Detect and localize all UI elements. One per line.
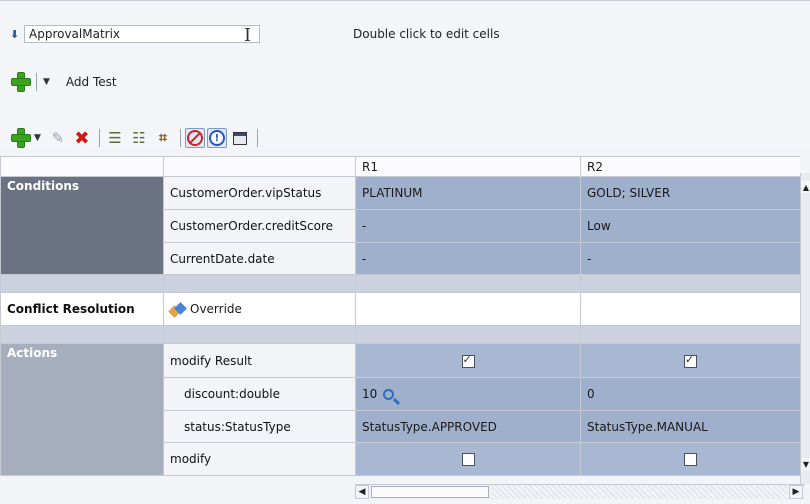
column-header-row: R1 R2 [0,156,800,177]
corner-header [0,156,164,177]
conflict-resolution-label: Conflict Resolution [0,292,164,326]
separator [98,129,100,147]
table-row: Conditions CustomerOrder.vipStatus PLATI… [0,176,800,275]
add-test-label[interactable]: Add Test [66,75,117,89]
cell-r1[interactable]: PLATINUM [355,176,581,210]
rule-header: ⬇ I Double click to edit cells ▼ Add Tes… [0,0,810,149]
cell-r1[interactable]: - [355,209,581,243]
add-plus-icon[interactable] [10,127,32,149]
checkbox-checked[interactable] [684,353,697,368]
scroll-down-icon[interactable]: ▼ [801,458,810,470]
condition-name[interactable]: CustomerOrder.vipStatus [163,176,356,210]
dropdown-arrow-icon[interactable]: ▼ [43,77,50,87]
dropdown-arrow-icon[interactable]: ▼ [34,133,41,143]
cell-r2[interactable]: - [580,242,800,275]
action-name[interactable]: modify [163,442,356,476]
add-plus-icon[interactable] [10,71,32,93]
warning-button[interactable]: ! [206,128,227,148]
checkbox-checked[interactable] [461,353,475,368]
magnifier-icon[interactable] [383,389,395,400]
scroll-left-icon[interactable]: ◀ [355,485,369,499]
separator [179,129,181,147]
conditions-section-label: Conditions [0,176,164,275]
cell-value: 10 [362,387,378,401]
override-icon [170,304,186,316]
action-param-name[interactable]: discount:double [163,377,356,411]
condition-name[interactable]: CurrentDate.date [163,242,356,275]
cell-r2[interactable] [580,442,800,476]
cell-r1[interactable] [355,343,581,378]
cell-r2[interactable]: Low [580,209,800,243]
condition-name[interactable]: CustomerOrder.creditScore [163,209,356,243]
cell-r2[interactable]: 0 [580,377,800,411]
name-header [163,156,356,177]
conflict-resolution-cell[interactable]: Override [163,292,356,326]
delete-x-icon[interactable]: ✖ [71,128,93,149]
text-cursor-icon: I [244,25,252,46]
table-row: Actions modify Result [0,343,800,476]
section-divider [0,274,800,293]
disable-button[interactable] [184,128,205,148]
scroll-track [491,485,787,499]
decision-table-name-input[interactable] [24,25,260,43]
section-divider [0,325,800,344]
disable-icon [186,130,203,146]
checkbox-unchecked[interactable] [684,453,697,466]
edit-pencil-icon[interactable]: ✎ [47,128,69,148]
decision-table-grid: R1 R2 Conditions CustomerOrder.vipStatus… [0,156,800,484]
separator [36,73,37,91]
checkbox-unchecked[interactable] [461,453,475,466]
cell-r1[interactable] [355,442,581,476]
cell-r1[interactable]: StatusType.APPROVED [355,410,581,443]
action-param-name[interactable]: status:StatusType [163,410,356,443]
name-row: ⬇ [10,23,260,45]
table-row: Conflict Resolution Override [0,292,800,326]
double-chevron-down-icon[interactable]: ⬇ [10,28,24,41]
add-test-row: ▼ Add Test [10,71,117,93]
rule-header-r1[interactable]: R1 [355,156,581,177]
cell-r2[interactable]: StatusType.MANUAL [580,410,800,443]
add-column-icon[interactable]: ☰ [104,128,126,148]
cell-r1[interactable] [355,292,581,326]
scroll-thumb[interactable] [371,486,489,498]
cell-r1[interactable]: 10 [355,377,581,411]
conflict-resolution-value: Override [190,302,242,316]
cell-r1[interactable]: - [355,242,581,275]
decision-table-toolbar: ▼ ✎ ✖ ☰ ☷ ⌗ ! [10,127,262,149]
cell-r2[interactable] [580,343,800,378]
dialog-button[interactable] [229,128,251,148]
dialog-icon [232,131,247,145]
scroll-up-icon[interactable]: ▲ [801,181,810,193]
edit-hint: Double click to edit cells [353,27,500,41]
cell-r2[interactable] [580,292,800,326]
actions-section-label: Actions [0,343,164,476]
scroll-right-icon[interactable]: ▶ [789,485,803,499]
horizontal-scrollbar[interactable]: ◀ ▶ [355,484,805,499]
find-icon[interactable]: ⌗ [152,128,174,148]
vertical-scrollbar[interactable]: ▲ ▼ [800,173,810,484]
cell-r2[interactable]: GOLD; SILVER [580,176,800,210]
rule-header-r2[interactable]: R2 [580,156,800,177]
action-name[interactable]: modify Result [163,343,356,378]
add-columns-icon[interactable]: ☷ [128,128,150,148]
warning-icon: ! [208,130,225,146]
separator [256,129,258,147]
